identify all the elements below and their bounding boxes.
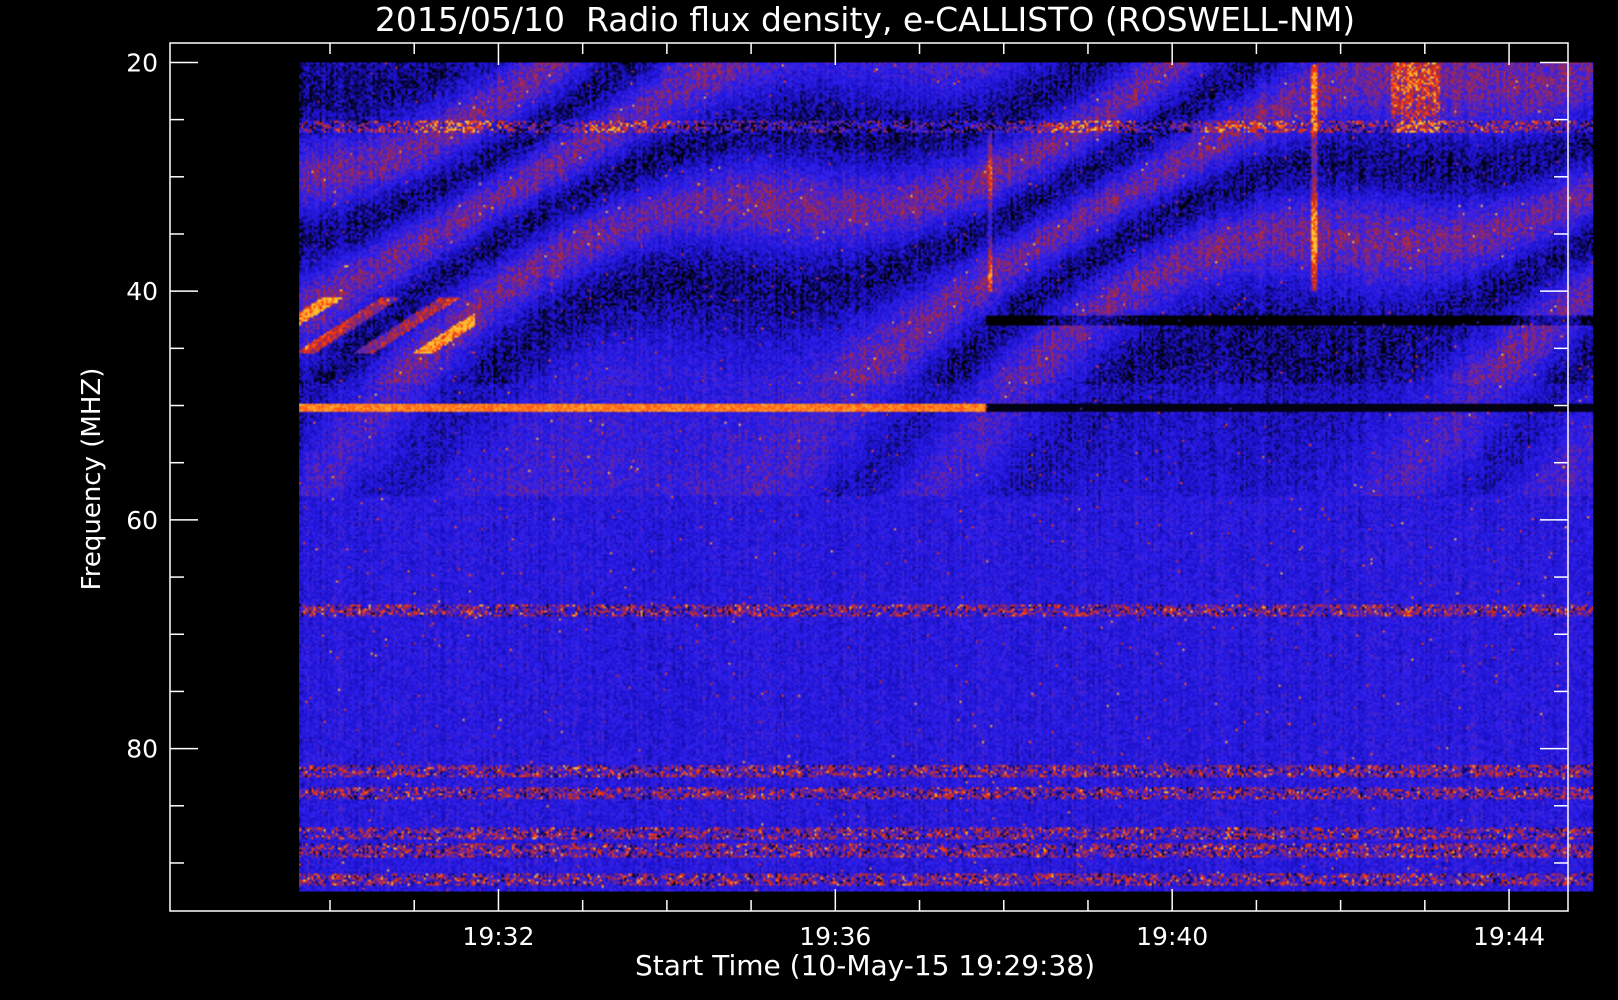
x-axis-label: Start Time (10-May-15 19:29:38): [635, 949, 1095, 982]
chart-title: 2015/05/10 Radio flux density, e-CALLIST…: [375, 0, 1355, 39]
x-tick-label: 19:44: [1473, 922, 1545, 951]
y-tick-label: 40: [126, 277, 158, 306]
y-tick-label: 80: [126, 735, 158, 764]
x-tick-label: 19:40: [1136, 922, 1208, 951]
y-tick-label: 20: [126, 48, 158, 77]
x-tick-label: 19:36: [799, 922, 871, 951]
x-tick-label: 19:32: [462, 922, 534, 951]
spectrogram-chart: 2015/05/10 Radio flux density, e-CALLIST…: [0, 0, 1618, 1000]
spectrogram-heatmap: [299, 62, 1594, 892]
y-tick-label: 60: [126, 506, 158, 535]
y-axis-label: Frequency (MHZ): [77, 368, 107, 591]
